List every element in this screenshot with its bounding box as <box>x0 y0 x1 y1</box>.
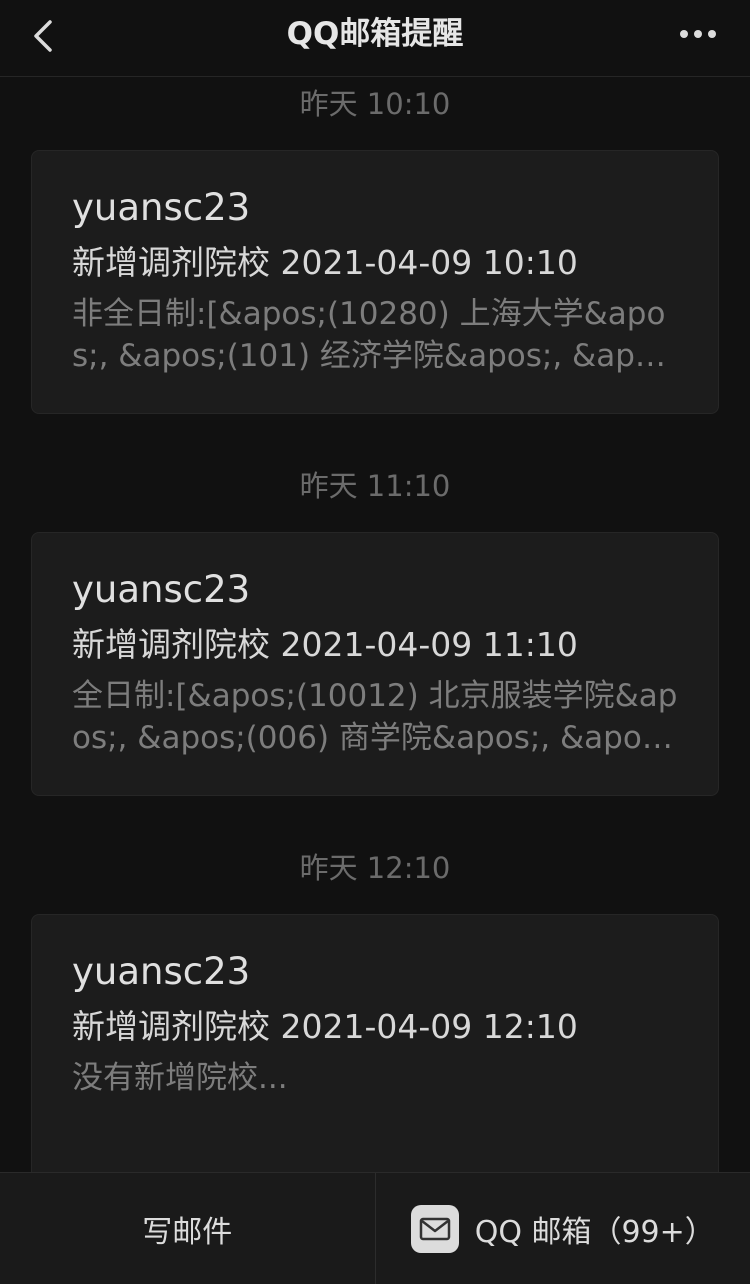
qq-mailbox-label: QQ 邮箱（99+） <box>474 1214 715 1250</box>
nav-bar: QQ邮箱提醒 <box>0 0 750 77</box>
compose-button[interactable]: 写邮件 <box>0 1173 375 1284</box>
message-sender: yuansc23 <box>72 568 251 611</box>
message-preview: 全日制:[&apos;(10012) 北京服装学院&apos;, &apos;(… <box>72 678 678 756</box>
message-timestamp: 昨天 11:10 <box>299 469 451 503</box>
compose-label: 写邮件 <box>142 1214 233 1250</box>
more-button[interactable] <box>674 18 722 50</box>
message-timestamp: 昨天 12:10 <box>299 851 451 885</box>
message-subject: 新增调剂院校 2021-04-09 10:10 <box>72 243 578 282</box>
message-subject: 新增调剂院校 2021-04-09 12:10 <box>72 1007 578 1046</box>
message-card[interactable]: yuansc23 新增调剂院校 2021-04-09 12:10 没有新增院校.… <box>31 914 719 1194</box>
message-card[interactable]: yuansc23 新增调剂院校 2021-04-09 10:10 非全日制:[&… <box>31 150 719 414</box>
message-card[interactable]: yuansc23 新增调剂院校 2021-04-09 11:10 全日制:[&a… <box>31 532 719 796</box>
mail-envelope-icon <box>410 1204 459 1253</box>
message-sender: yuansc23 <box>72 950 251 993</box>
qq-mailbox-button[interactable]: QQ 邮箱（99+） <box>376 1173 750 1284</box>
message-subject: 新增调剂院校 2021-04-09 11:10 <box>72 625 578 664</box>
bottom-bar: 写邮件 QQ 邮箱（99+） <box>0 1172 750 1284</box>
message-timestamp: 昨天 10:10 <box>299 87 451 121</box>
more-dots-icon <box>674 30 722 54</box>
message-preview: 没有新增院校... <box>72 1060 288 1096</box>
page-title: QQ邮箱提醒 <box>286 16 464 52</box>
message-sender: yuansc23 <box>72 186 251 229</box>
message-preview: 非全日制:[&apos;(10280) 上海大学&apos;, &apos;(1… <box>72 296 666 374</box>
